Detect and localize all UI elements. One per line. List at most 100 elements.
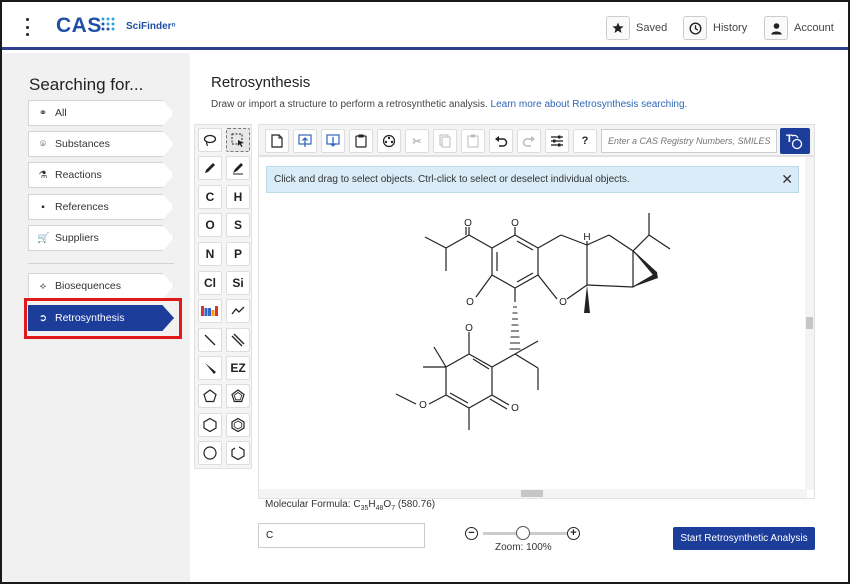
silicon-button[interactable]: Si — [226, 271, 250, 295]
ez-button[interactable]: EZ — [226, 356, 250, 380]
sidebar-item-biosequences[interactable]: ⟡ Biosequences — [28, 273, 174, 299]
new-document-icon[interactable] — [265, 129, 289, 153]
oxygen-atom-label: O — [419, 400, 427, 411]
oxygen-atom-label: O — [464, 218, 472, 229]
sidebar-divider — [28, 263, 174, 264]
clock-icon — [683, 16, 707, 40]
zoom-slider-handle[interactable] — [516, 526, 530, 540]
copy-icon[interactable] — [433, 129, 457, 153]
cyclopentadiene-icon[interactable] — [226, 384, 250, 408]
rectangle-select-tool-icon[interactable] — [226, 128, 250, 152]
oxygen-atom-label: O — [465, 323, 473, 334]
undo-icon[interactable] — [489, 129, 513, 153]
zoom-out-button[interactable]: − — [465, 527, 478, 540]
redo-icon[interactable] — [517, 129, 541, 153]
sidebar-item-reactions[interactable]: ⚗ Reactions — [28, 162, 174, 188]
molecule-icon: ⚭ — [38, 107, 48, 119]
dna-icon: ⟡ — [39, 280, 47, 292]
phosphorus-button[interactable]: P — [226, 242, 250, 266]
sidebar-item-suppliers[interactable]: 🛒 Suppliers — [28, 225, 174, 251]
account-label: Account — [794, 22, 834, 34]
cyclopentane-icon[interactable] — [198, 384, 222, 408]
saved-label: Saved — [636, 22, 668, 34]
account-button[interactable]: Account — [764, 16, 834, 40]
chain-tool-icon[interactable] — [226, 299, 250, 323]
cut-icon[interactable]: ✂ — [405, 129, 429, 153]
zoom-in-button[interactable]: + — [567, 527, 580, 540]
molecule-structure[interactable]: O O O O H O O O — [259, 157, 815, 499]
zoom-label: Zoom: 100% — [495, 542, 552, 553]
wedge-bond-icon[interactable] — [198, 356, 222, 380]
clipboard-icon[interactable] — [349, 129, 373, 153]
sidebar-item-substances[interactable]: ⌾ Substances — [28, 131, 174, 157]
custom-ring-icon[interactable] — [226, 441, 250, 465]
cas-logo-icon — [101, 17, 115, 31]
horizontal-scrollbar[interactable] — [259, 489, 807, 498]
oxygen-button[interactable]: O — [198, 213, 222, 237]
clean-structure-icon[interactable] — [377, 129, 401, 153]
sidebar-item-label: Substances — [55, 138, 110, 150]
start-retrosynthetic-analysis-button[interactable]: Start Retrosynthetic Analysis — [673, 527, 815, 550]
sidebar-item-all[interactable]: ⚭ All — [28, 100, 174, 126]
subtitle-text: Draw or import a structure to perform a … — [211, 99, 491, 110]
cart-icon: 🛒 — [37, 232, 50, 244]
text-to-structure-icon: T — [786, 133, 803, 150]
molecular-formula: Molecular Formula: C35H48O7 (580.76) — [265, 499, 436, 512]
sidebar-item-label: All — [55, 107, 67, 119]
cycloheptane-icon[interactable] — [198, 441, 222, 465]
sidebar-item-label: Biosequences — [55, 280, 121, 292]
vertical-scrollbar[interactable] — [805, 157, 814, 490]
settings-sliders-icon[interactable] — [545, 129, 569, 153]
user-icon — [764, 16, 788, 40]
eraser-tool-icon[interactable] — [226, 156, 250, 180]
oxygen-atom-label: O — [511, 218, 519, 229]
structure-identifier-input[interactable] — [601, 129, 777, 153]
drawing-tools-panel: C H O S N P Cl Si EZ — [194, 124, 252, 469]
sidebar-item-label: Suppliers — [55, 232, 99, 244]
sidebar-item-label: Reactions — [55, 169, 102, 181]
editor-toolbar: ✂ ? T — [258, 124, 815, 156]
oxygen-atom-label: O — [466, 297, 474, 308]
substance-icon: ⌾ — [40, 138, 46, 150]
hydrogen-atom-label: H — [583, 232, 590, 243]
panel-title: Searching for... — [29, 75, 144, 94]
scrollbar-thumb[interactable] — [806, 317, 813, 329]
nitrogen-button[interactable]: N — [198, 242, 222, 266]
app-window: CAS SciFinderⁿ Saved History Account Sea… — [0, 0, 850, 584]
drawing-canvas[interactable]: Click and drag to select objects. Ctrl-c… — [258, 156, 815, 499]
hydrogen-button[interactable]: H — [226, 185, 250, 209]
text-to-structure-button[interactable]: T — [780, 128, 810, 154]
learn-more-link[interactable]: Learn more about Retrosynthesis searchin… — [491, 99, 688, 110]
flask-icon: ⚗ — [38, 169, 48, 181]
sidebar-item-label: References — [55, 201, 109, 213]
export-icon[interactable] — [321, 129, 345, 153]
paste-icon[interactable] — [461, 129, 485, 153]
carbon-button[interactable]: C — [198, 185, 222, 209]
oxygen-atom-label: O — [559, 297, 567, 308]
cyclohexane-icon[interactable] — [198, 413, 222, 437]
cas-logo[interactable]: CAS — [56, 14, 102, 38]
double-bond-icon[interactable] — [226, 328, 250, 352]
retrosynthesis-highlight-box — [24, 298, 182, 339]
history-button[interactable]: History — [683, 16, 747, 40]
star-icon — [606, 16, 630, 40]
sulfur-button[interactable]: S — [226, 213, 250, 237]
page-subtitle: Draw or import a structure to perform a … — [211, 99, 687, 110]
periodic-table-icon[interactable] — [198, 299, 222, 323]
page-title: Retrosynthesis — [211, 74, 311, 91]
chlorine-button[interactable]: Cl — [198, 271, 222, 295]
history-label: History — [713, 22, 748, 34]
scifinder-logo: SciFinderⁿ — [126, 21, 176, 32]
saved-button[interactable]: Saved — [606, 16, 667, 40]
help-icon[interactable]: ? — [573, 129, 597, 153]
benzene-icon[interactable] — [226, 413, 250, 437]
atom-label-input[interactable] — [258, 523, 425, 548]
oxygen-atom-label: O — [511, 403, 519, 414]
sidebar-item-references[interactable]: ▪ References — [28, 194, 174, 220]
kebab-menu-icon[interactable] — [22, 18, 32, 36]
scrollbar-thumb[interactable] — [521, 490, 543, 497]
single-bond-icon[interactable] — [198, 328, 222, 352]
import-icon[interactable] — [293, 129, 317, 153]
lasso-tool-icon[interactable] — [198, 128, 222, 152]
pencil-tool-icon[interactable] — [198, 156, 222, 180]
